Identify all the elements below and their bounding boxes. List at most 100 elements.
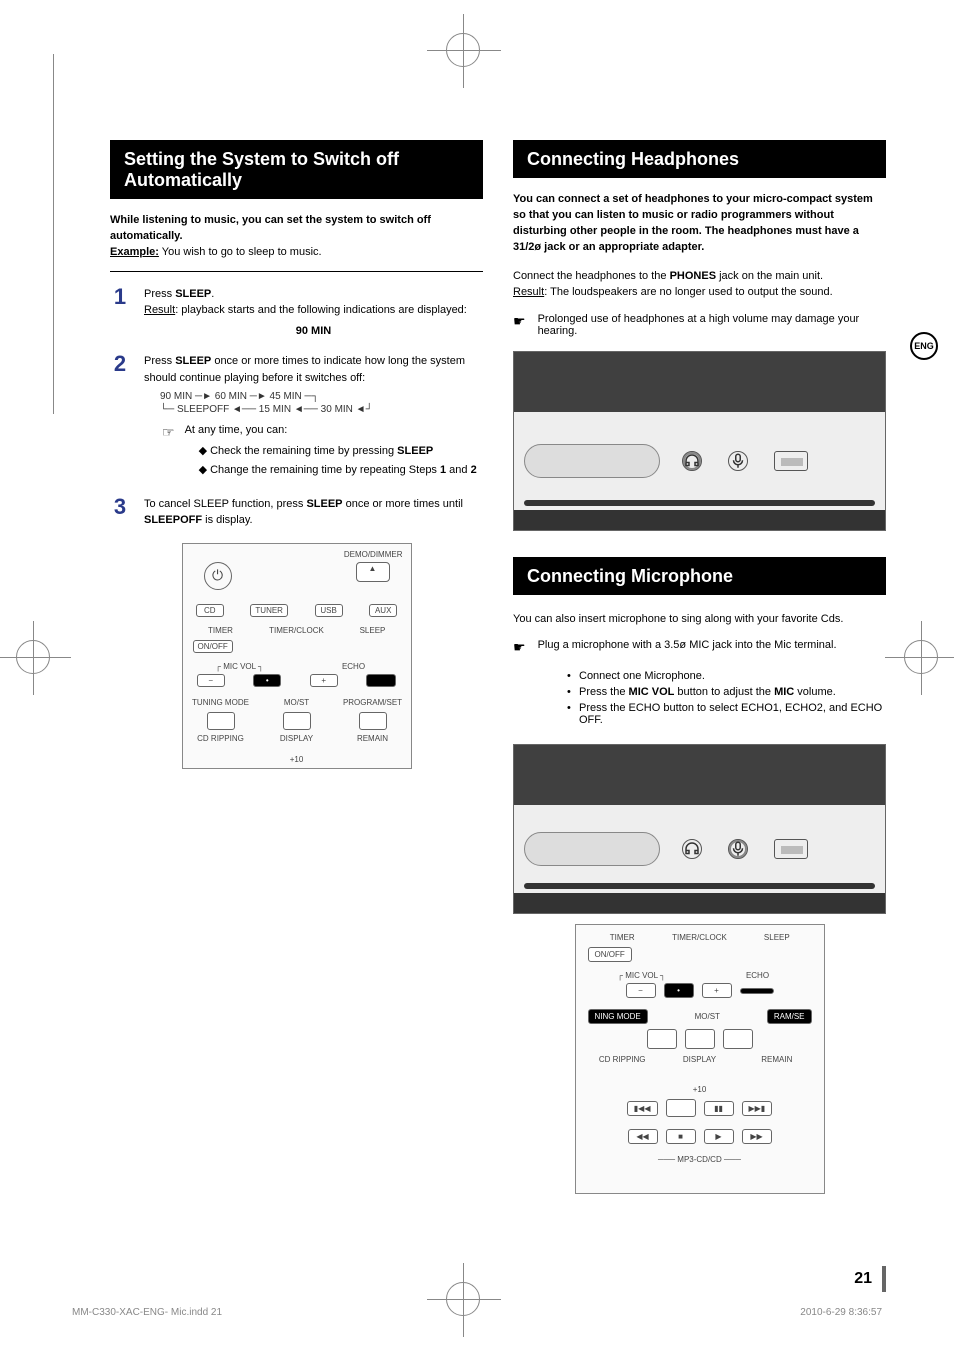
- headphones-para: Connect the headphones to the PHONES jac…: [513, 268, 886, 301]
- step-1-result-label: Result: [144, 304, 175, 316]
- mic-step-b-post: volume.: [794, 686, 836, 698]
- p2-b2: [685, 1029, 715, 1049]
- phones-jack-icon: [682, 451, 702, 471]
- remote-panel-figure: DEMO/DIMMER ⏻ ▲ CD TUNER USB AUX TIMER T…: [182, 543, 412, 769]
- panel-onoff: ON/OFF: [193, 640, 233, 653]
- hint-a-b: SLEEP: [397, 445, 433, 457]
- step-1: 1 Press SLEEP. Result: playback starts a…: [110, 286, 483, 340]
- step-1-pre: Press: [144, 288, 175, 300]
- panel-b1: [207, 712, 235, 730]
- panel-demo: DEMO/DIMMER: [344, 550, 403, 559]
- headphones-intro: You can connect a set of headphones to y…: [513, 192, 886, 256]
- mic-step-b-pre: Press the: [579, 686, 629, 698]
- mic-jack-icon: [728, 839, 748, 859]
- p2-dot: •: [664, 983, 694, 998]
- p2-most: MO/ST: [656, 1012, 759, 1021]
- headphones-para-pre: Connect the headphones to the: [513, 270, 670, 282]
- p2-remain: REMAIN: [742, 1055, 811, 1064]
- panel-usb: USB: [315, 604, 343, 617]
- print-footer: MM-C330-XAC-ENG- Mic.indd 21 2010-6-29 8…: [72, 1307, 882, 1318]
- p2-timer: TIMER: [588, 933, 657, 942]
- panel-plus: +: [310, 674, 338, 687]
- microphone-note-row: ☛ Plug a microphone with a 3.5ø MIC jack…: [513, 639, 886, 656]
- panel-micvol: ┌ MIC VOL ┐: [183, 662, 297, 671]
- headphones-note: Prolonged use of headphones at a high vo…: [538, 313, 886, 337]
- sleep-cycle-top: 90 MIN ─► 60 MIN ─► 45 MIN ─┐: [160, 390, 483, 403]
- panel-cdrip: CD RIPPING: [183, 734, 259, 743]
- p2-minus: −: [626, 983, 656, 998]
- hint-b-pre: Change the remaining time by repeating S…: [210, 464, 440, 476]
- rew-icon: ◀◀: [628, 1129, 658, 1144]
- p2-ramse: RAM/SE: [767, 1009, 812, 1024]
- panel-cd: CD: [196, 604, 224, 617]
- step-2: 2 Press SLEEP once or more times to indi…: [110, 353, 483, 482]
- p2-ning: NING MODE: [588, 1009, 648, 1024]
- panel-timer: TIMER: [183, 626, 259, 635]
- power-icon: ⏻: [204, 562, 232, 590]
- p2-blank: [666, 1099, 696, 1117]
- panel-b2: [283, 712, 311, 730]
- step-1-90min: 90 MIN: [144, 323, 483, 340]
- sleep-cycle: 90 MIN ─► 60 MIN ─► 45 MIN ─┐ └─ SLEEPOF…: [160, 390, 483, 416]
- step-1-result-text: : playback starts and the following indi…: [175, 304, 467, 316]
- panel-display: DISPLAY: [259, 734, 335, 743]
- headphones-para-post: jack on the main unit.: [716, 270, 823, 282]
- left-heading: Setting the System to Switch off Automat…: [110, 140, 483, 199]
- hint-a-pre: Check the remaining time by pressing: [210, 445, 397, 457]
- usb-port-icon: [774, 839, 808, 859]
- left-example-label: Example:: [110, 246, 159, 258]
- panel-minus: −: [197, 674, 225, 687]
- phones-jack-icon: [682, 839, 702, 859]
- mic-step-b-b1: MIC VOL: [629, 686, 675, 698]
- p2-timerclock: TIMER/CLOCK: [665, 933, 734, 942]
- divider: [110, 271, 483, 272]
- step-3: 3 To cancel SLEEP function, press SLEEP …: [110, 496, 483, 529]
- footer-left: MM-C330-XAC-ENG- Mic.indd 21: [72, 1307, 222, 1318]
- p2-plus: +: [702, 983, 732, 998]
- step-2-num: 2: [110, 353, 130, 482]
- step-2-bold: SLEEP: [175, 355, 211, 367]
- stop-icon: ■: [666, 1129, 696, 1144]
- p2-sleep: SLEEP: [742, 933, 811, 942]
- step-2-hint: ☞ At any time, you can: ◆ Check the rema…: [162, 422, 483, 482]
- step-1-dot: .: [211, 288, 214, 300]
- left-heading-text: Setting the System to Switch off Automat…: [124, 149, 473, 191]
- next-track-icon: ▶▶▮: [742, 1101, 773, 1116]
- p2-onoff: ON/OFF: [588, 947, 632, 962]
- device-figure-microphone: [513, 744, 886, 914]
- mic-step-c: Press the ECHO button to select ECHO1, E…: [579, 702, 886, 726]
- hint-b-mid: and: [446, 464, 470, 476]
- page-number: 21: [854, 1266, 886, 1292]
- control-panel-figure: TIMER TIMER/CLOCK SLEEP ON/OFF ┌ MIC VOL…: [575, 924, 825, 1194]
- panel-aux: AUX: [369, 604, 397, 617]
- device-figure-headphones: [513, 351, 886, 531]
- mic-jack-icon: [728, 451, 748, 471]
- step-3-mid: once or more times until: [343, 498, 463, 510]
- hand-icon: ☛: [513, 639, 526, 656]
- panel-b3: [359, 712, 387, 730]
- p2-display: DISPLAY: [665, 1055, 734, 1064]
- panel-plus10: +10: [183, 755, 411, 764]
- p2-cdrip: CD RIPPING: [588, 1055, 657, 1064]
- p2-black: [740, 988, 774, 994]
- microphone-para: You can also insert microphone to sing a…: [513, 611, 886, 628]
- left-intro: While listening to music, you can set th…: [110, 213, 483, 261]
- step-3-post: is display.: [202, 514, 253, 526]
- panel-most: MO/ST: [259, 698, 335, 707]
- mic-step-a: Connect one Microphone.: [579, 670, 886, 682]
- eject-icon: ▲: [356, 562, 390, 582]
- headphones-para-b: PHONES: [670, 270, 716, 282]
- footer-right: 2010-6-29 8:36:57: [800, 1307, 882, 1318]
- panel-timerclock: TIMER/CLOCK: [259, 626, 335, 635]
- panel-tuning: TUNING MODE: [183, 698, 259, 707]
- mic-step-b-mid: button to adjust the: [674, 686, 774, 698]
- step-3-b1: SLEEP: [306, 498, 342, 510]
- headphones-note-row: ☛ Prolonged use of headphones at a high …: [513, 313, 886, 337]
- step-1-bold: SLEEP: [175, 288, 211, 300]
- headphones-result-text: : The loudspeakers are no longer used to…: [544, 286, 832, 298]
- mic-steps: Connect one Microphone. Press the MIC VO…: [539, 670, 886, 726]
- step-1-num: 1: [110, 286, 130, 340]
- ff-icon: ▶▶: [742, 1129, 772, 1144]
- p2-b3: [723, 1029, 753, 1049]
- panel-dot: •: [253, 674, 281, 687]
